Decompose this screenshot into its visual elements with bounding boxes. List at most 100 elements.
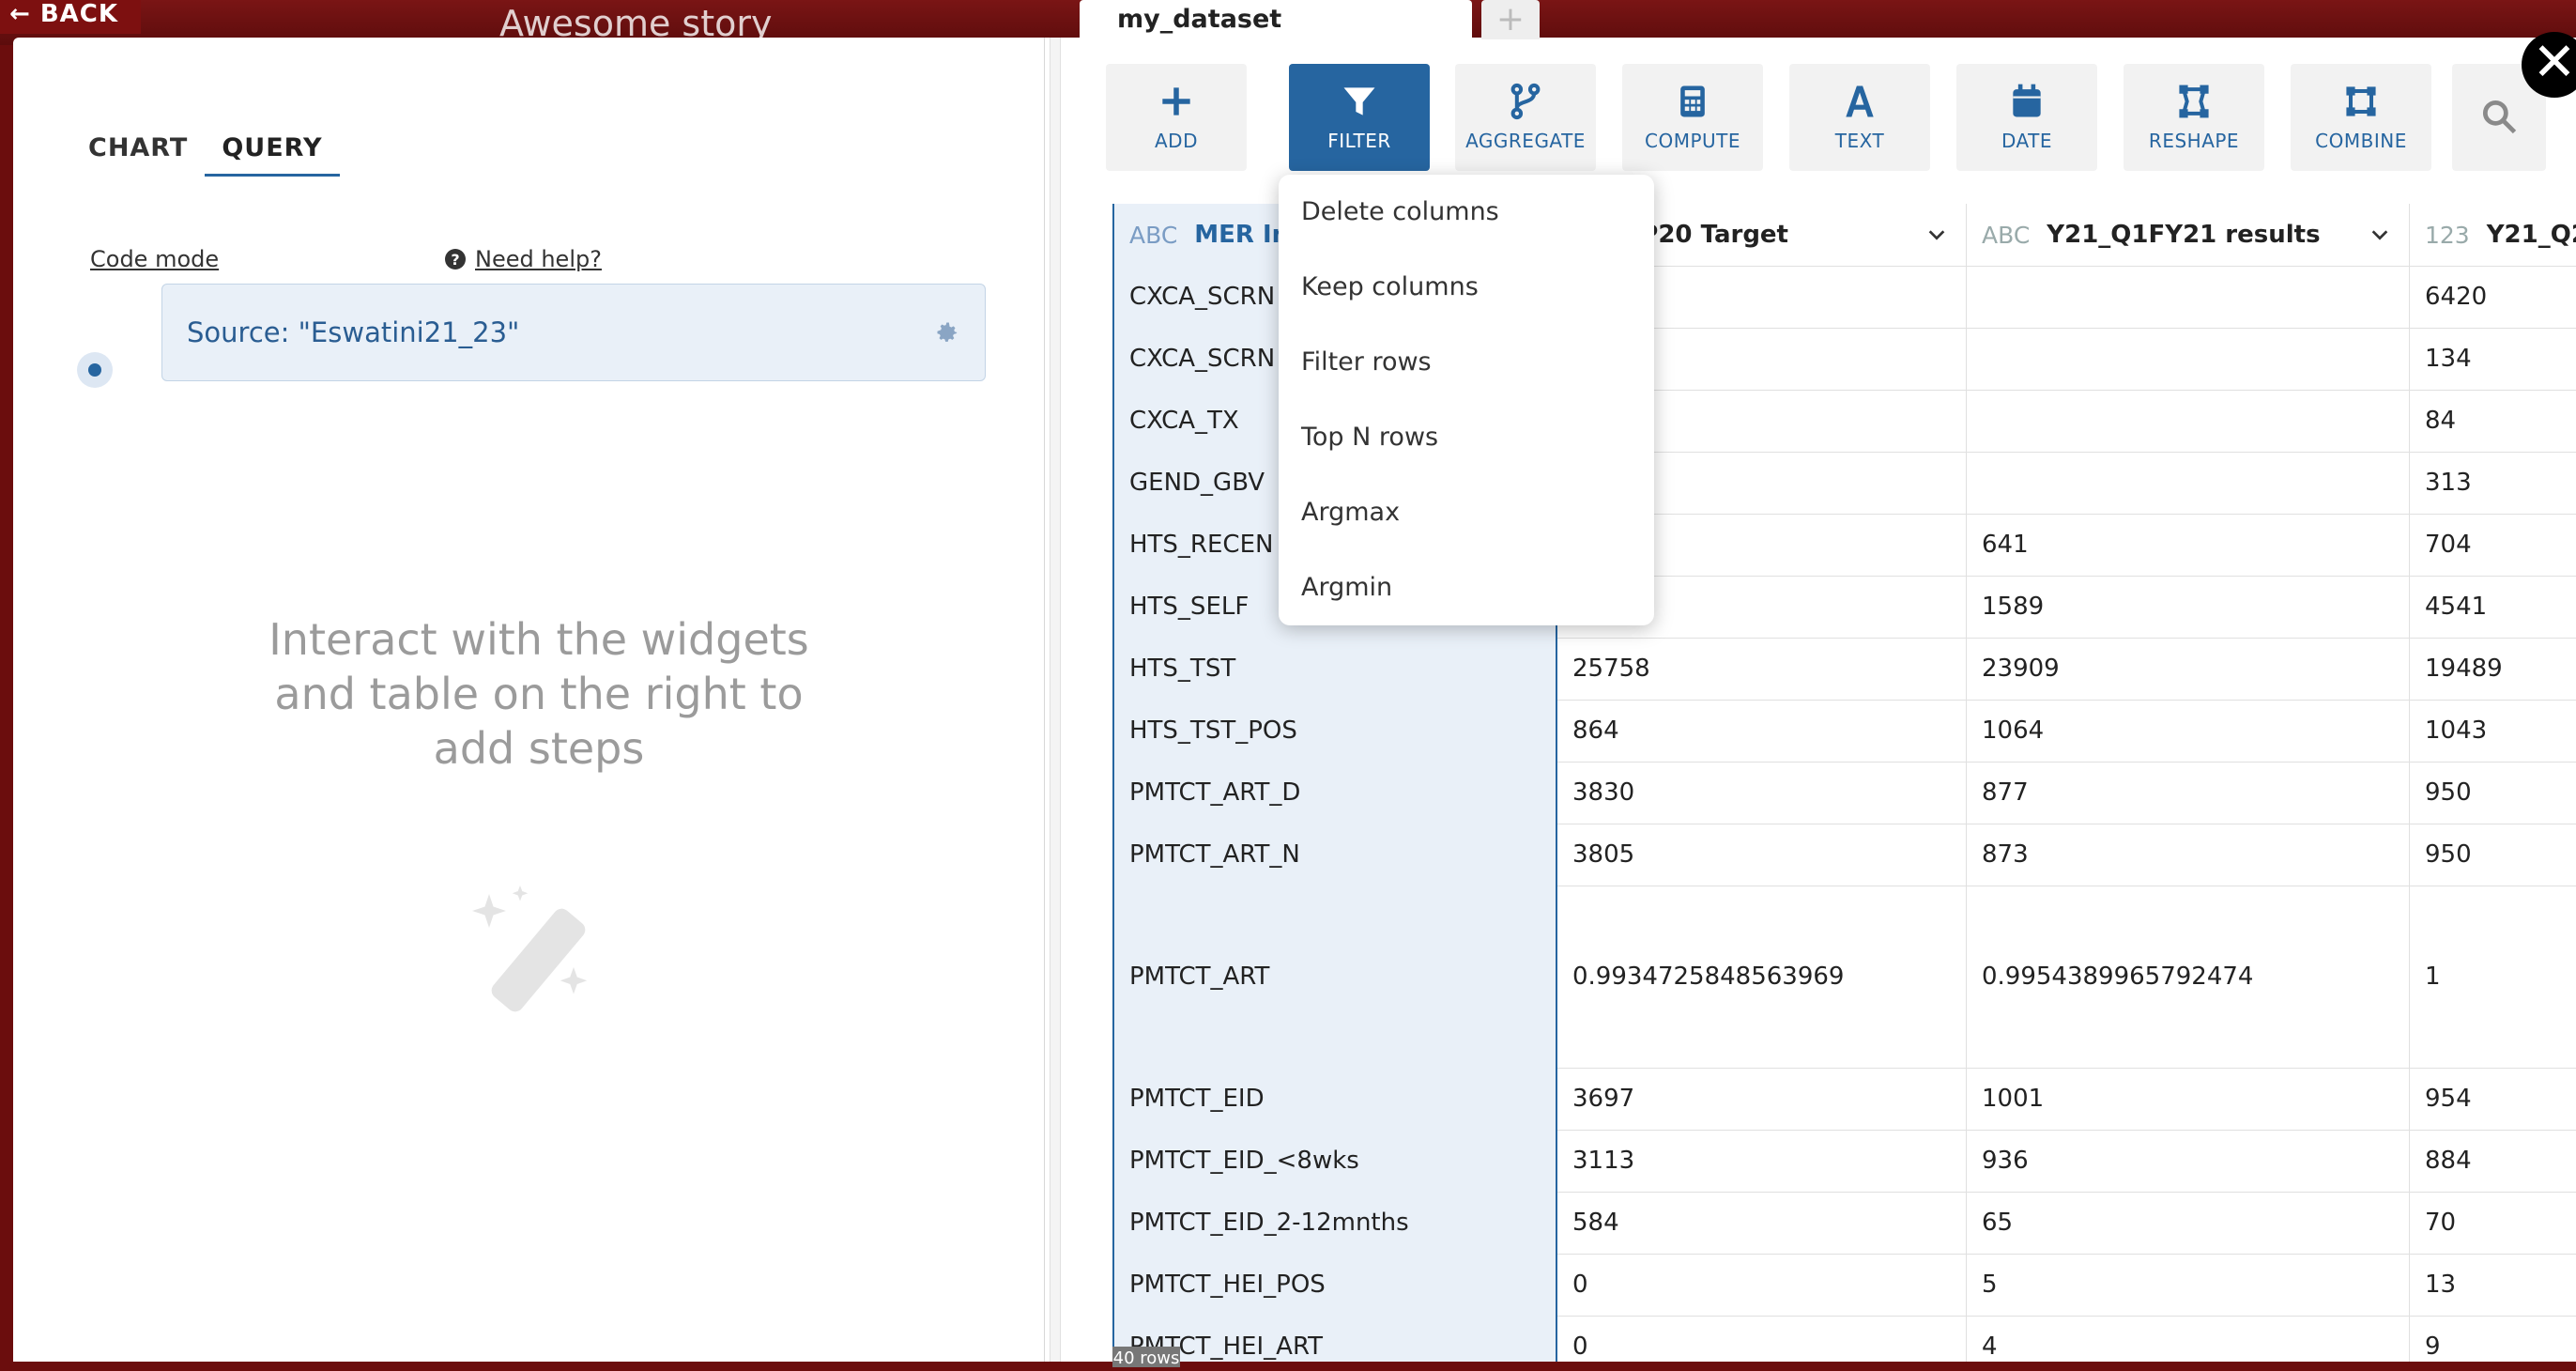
add-label: ADD [1155,130,1198,152]
menu-item-keep-columns[interactable]: Keep columns [1301,272,1479,301]
tab-chart[interactable]: CHART [71,133,205,177]
gear-icon[interactable] [934,319,960,346]
combine-button[interactable]: COMBINE [2291,64,2431,171]
table-cell[interactable]: 0 [1557,1316,1967,1362]
table-cell[interactable]: 134 [2410,328,2576,390]
table-cell[interactable]: 4 [1967,1316,2410,1362]
table-cell[interactable]: 0.9934725848563969 [1557,886,1967,1068]
table-cell[interactable]: 13 [2410,1254,2576,1316]
help-label: Need help? [475,246,602,272]
search-icon [2482,100,2517,134]
column-type: ABC [1982,221,2031,249]
table-cell[interactable]: 3805 [1557,824,1967,886]
table-cell[interactable]: 936 [1967,1130,2410,1192]
menu-item-argmax[interactable]: Argmax [1301,498,1400,527]
table-cell[interactable]: PMTCT_HEI_ART [1114,1316,1557,1362]
table-cell[interactable]: 3830 [1557,762,1967,824]
calculator-icon [1680,85,1705,117]
aggregate-button[interactable]: AGGREGATE [1455,64,1596,171]
table-cell[interactable]: 0.9954389965792474 [1967,886,2410,1068]
table-cell[interactable]: 950 [2410,762,2576,824]
reshape-button[interactable]: RESHAPE [2124,64,2264,171]
menu-item-argmin[interactable]: Argmin [1301,573,1392,602]
table-cell[interactable]: 313 [2410,452,2576,514]
pane-resizer[interactable] [1050,38,1061,1362]
date-label: DATE [2001,130,2053,152]
table-row: PMTCT_ART_N 3805 873 950 [1114,824,2576,886]
filter-menu: Delete columns Keep columns Filter rows … [1279,175,1654,625]
add-button[interactable]: ADD [1106,64,1247,171]
table-cell[interactable]: 9 [2410,1316,2576,1362]
left-pane: CHART QUERY Code mode ? Need help? Sourc… [13,38,1045,1362]
table-cell[interactable]: PMTCT_EID [1114,1068,1557,1130]
table-row: PMTCT_EID_<8wks 3113 936 884 [1114,1130,2576,1193]
help-link[interactable]: ? Need help? [445,246,602,272]
table-row: PMTCT_EID_2-12mnths 584 65 70 [1114,1192,2576,1255]
text-button[interactable]: TEXT [1789,64,1930,171]
menu-item-delete-columns[interactable]: Delete columns [1301,197,1499,226]
table-cell[interactable]: 84 [2410,390,2576,452]
code-mode-link[interactable]: Code mode [90,246,219,272]
table-cell[interactable]: PMTCT_EID_2-12mnths [1114,1192,1557,1254]
back-button[interactable]: ← BACK [0,0,142,34]
table-cell[interactable]: 1001 [1967,1068,2410,1130]
table-cell[interactable]: 5 [1967,1254,2410,1316]
column-header[interactable]: 123 Y21_Q2 [2410,204,2576,266]
table-cell[interactable]: 3113 [1557,1130,1967,1192]
table-cell[interactable]: HTS_TST_POS [1114,700,1557,762]
table-cell[interactable]: 864 [1557,700,1967,762]
column-header[interactable]: ABC Y21_Q1FY21 results [1967,204,2410,266]
table-cell[interactable]: HTS_TST [1114,638,1557,700]
table-cell[interactable]: PMTCT_ART [1114,886,1557,1068]
table-cell[interactable]: 884 [2410,1130,2576,1192]
table-cell[interactable]: PMTCT_HEI_POS [1114,1254,1557,1316]
table-row: HTS_TST 25758 23909 19489 [1114,638,2576,701]
table-cell[interactable]: 0 [1557,1254,1967,1316]
tab-query[interactable]: QUERY [205,133,340,177]
table-cell[interactable]: 1043 [2410,700,2576,762]
table-cell[interactable]: PMTCT_ART_N [1114,824,1557,886]
add-dataset-tab-button[interactable]: + [1481,0,1540,39]
table-cell[interactable]: 25758 [1557,638,1967,700]
combine-label: COMBINE [2315,130,2407,152]
source-label: Source: "Eswatini21_23" [187,316,520,348]
menu-item-filter-rows[interactable]: Filter rows [1301,347,1432,377]
table-cell[interactable] [1967,328,2410,390]
table-cell[interactable]: 873 [1967,824,2410,886]
table-cell[interactable]: 65 [1967,1192,2410,1254]
table-row: PMTCT_ART 0.9934725848563969 0.99543899657… [1114,886,2576,1069]
table-cell[interactable]: 6420 [2410,266,2576,328]
table-cell[interactable]: 70 [2410,1192,2576,1254]
chevron-down-icon[interactable] [1926,224,1947,245]
table-cell[interactable] [1967,390,2410,452]
menu-item-top-n-rows[interactable]: Top N rows [1301,423,1438,452]
empty-steps-message: Interact with the widgets and table on t… [268,614,809,774]
table-cell[interactable] [1967,452,2410,514]
combine-icon [2346,86,2376,116]
table-cell[interactable]: 1064 [1967,700,2410,762]
compute-button[interactable]: COMPUTE [1622,64,1763,171]
table-cell[interactable]: 1 [2410,886,2576,1068]
table-cell[interactable]: 954 [2410,1068,2576,1130]
table-cell[interactable]: PMTCT_ART_D [1114,762,1557,824]
mode-tabs: CHART QUERY [71,133,340,177]
table-cell[interactable]: 950 [2410,824,2576,886]
chevron-down-icon[interactable] [2369,224,2390,245]
table-cell[interactable]: PMTCT_EID_<8wks [1114,1130,1557,1192]
table-cell[interactable]: 584 [1557,1192,1967,1254]
date-button[interactable]: DATE [1956,64,2097,171]
table-cell[interactable]: 3697 [1557,1068,1967,1130]
table-cell[interactable]: 704 [2410,514,2576,576]
table-cell[interactable] [1967,266,2410,328]
table-cell[interactable]: 23909 [1967,638,2410,700]
filter-button[interactable]: FILTER [1289,64,1430,171]
table-cell[interactable]: 4541 [2410,576,2576,638]
table-row: HTS_TST_POS 864 1064 1043 [1114,700,2576,763]
table-cell[interactable]: 19489 [2410,638,2576,700]
table-cell[interactable]: 641 [1967,514,2410,576]
table-cell[interactable]: 1589 [1967,576,2410,638]
branch-icon [1510,83,1541,120]
dataset-tab[interactable]: my_dataset [1080,0,1472,49]
table-cell[interactable]: 877 [1967,762,2410,824]
source-step[interactable]: Source: "Eswatini21_23" [161,284,986,381]
